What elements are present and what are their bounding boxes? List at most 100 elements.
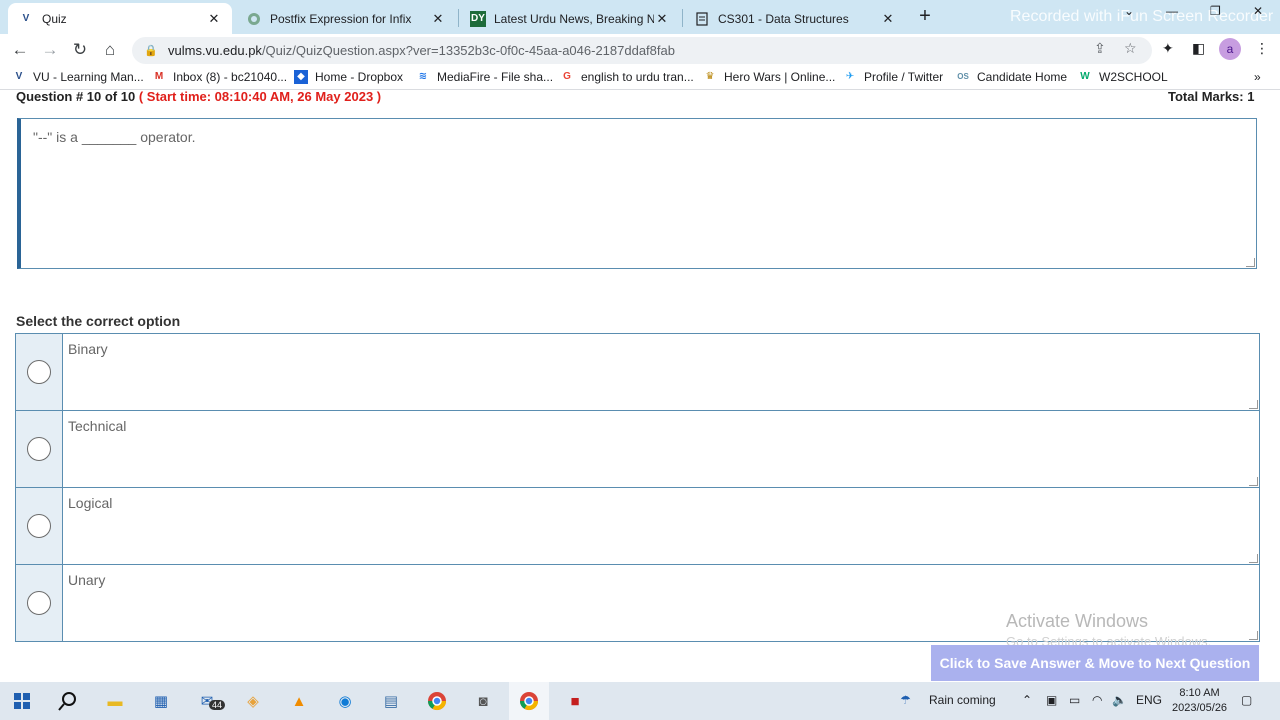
side-panel-icon[interactable]: ◧ (1192, 40, 1205, 57)
recording-watermark: Recorded with iFun Screen Recorder (1010, 8, 1274, 25)
dy-icon: DY (470, 10, 486, 27)
bookmarks-overflow-button[interactable]: » (1254, 70, 1261, 84)
window-close-button[interactable]: ✕ (1253, 4, 1263, 18)
vu-logo-icon: V (15, 71, 23, 82)
candidate-icon: OS (957, 72, 969, 81)
bookmark-label: MediaFire - File sha... (437, 70, 554, 84)
tab-cs301[interactable]: CS301 - Data Structures ✕ (684, 3, 906, 34)
calculator-icon[interactable]: ▤ (379, 689, 403, 713)
bookmark-w3schools[interactable]: W W2SCHOOL (1078, 70, 1167, 84)
notifications-icon[interactable]: ▢ (1241, 693, 1252, 707)
select-prompt: Select the correct option (16, 313, 181, 329)
bookmark-label: Candidate Home (977, 70, 1068, 84)
radio-cell (16, 411, 63, 487)
system-clock[interactable]: 8:10 AM 2023/05/26 (1172, 686, 1227, 716)
start-time: ( Start time: 08:10:40 AM, 26 May 2023 ) (138, 89, 382, 104)
close-icon[interactable]: ✕ (430, 11, 446, 27)
store-icon[interactable]: ▦ (149, 689, 173, 713)
bookmark-gmail[interactable]: M Inbox (8) - bc21040... (152, 70, 287, 84)
start-button[interactable] (10, 689, 34, 713)
option-label: Logical (68, 495, 113, 511)
option-radio-technical[interactable] (27, 437, 51, 461)
restore-button[interactable]: ❐ (1210, 4, 1221, 18)
bookmark-candidate[interactable]: OS Candidate Home (956, 70, 1067, 84)
resize-grip-icon[interactable] (1249, 477, 1258, 486)
battery-icon[interactable]: ▭ (1069, 693, 1080, 707)
extensions-icon[interactable]: ✦ (1162, 40, 1174, 57)
reload-button[interactable]: ↻ (68, 39, 92, 61)
close-icon[interactable]: ✕ (206, 11, 222, 27)
profile-avatar[interactable]: a (1219, 38, 1241, 60)
option-radio-binary[interactable] (27, 360, 51, 384)
bookmark-translate[interactable]: Genglish to urdu tran... (560, 70, 694, 84)
tab-quiz[interactable]: V Quiz ✕ (8, 3, 232, 34)
browser-toolbar: ← → ↻ ⌂ 🔒 vulms.vu.edu.pk/Quiz/QuizQuest… (0, 34, 1280, 66)
share-icon[interactable]: ⇪ (1094, 40, 1106, 57)
question-header: Question # 10 of 10 ( Start time: 08:10:… (16, 89, 381, 104)
option-label: Technical (68, 418, 127, 434)
clock-time: 8:10 AM (1179, 687, 1220, 699)
option-radio-logical[interactable] (27, 514, 51, 538)
tray-chevron-icon[interactable]: ⌃ (1022, 693, 1032, 707)
close-icon[interactable]: ✕ (880, 11, 896, 27)
back-button[interactable]: ← (8, 39, 32, 61)
chrome-active-icon[interactable] (517, 689, 541, 713)
camera-icon[interactable]: ◙ (471, 689, 495, 713)
resize-grip-icon[interactable] (1246, 258, 1255, 267)
vlc-icon[interactable]: ▲ (287, 689, 311, 713)
tab-search-chevron-icon[interactable]: ⌄ (1124, 4, 1134, 18)
vu-logo-icon: V (22, 13, 30, 24)
option-radio-unary[interactable] (27, 591, 51, 615)
option-label: Binary (68, 341, 108, 357)
save-next-button[interactable]: Click to Save Answer & Move to Next Ques… (931, 645, 1259, 681)
option-textarea: Technical (63, 411, 1259, 487)
question-number: Question # 10 of 10 (16, 89, 136, 104)
resize-grip-icon[interactable] (1249, 400, 1258, 409)
bookmark-twitter[interactable]: ✈ Profile / Twitter (843, 70, 943, 84)
lock-icon[interactable]: 🔒 (144, 44, 158, 57)
language-indicator[interactable]: ENG (1136, 693, 1162, 707)
chatgpt-icon (246, 11, 262, 27)
question-textarea: "--" is a _______ operator. (17, 118, 1257, 269)
tray-apps-icon[interactable]: ▣ (1046, 693, 1057, 707)
tab-divider (458, 9, 459, 27)
radio-cell (16, 488, 63, 564)
forward-button[interactable]: → (38, 39, 62, 61)
screen-recorder-icon[interactable]: ■ (563, 689, 587, 713)
bookmark-hero-wars[interactable]: ♛ Hero Wars | Online... (703, 70, 836, 84)
file-explorer-icon[interactable]: ▬ (103, 689, 127, 713)
page-icon (694, 11, 710, 27)
resize-grip-icon[interactable] (1249, 554, 1258, 563)
radio-cell (16, 565, 63, 641)
bookmark-label: Hero Wars | Online... (724, 70, 836, 84)
bookmark-dropbox[interactable]: ◆ Home - Dropbox (294, 70, 403, 84)
resize-grip-icon[interactable] (1249, 631, 1258, 640)
bookmark-vu[interactable]: V VU - Learning Man... (12, 70, 144, 84)
minimize-button[interactable]: — (1166, 4, 1178, 18)
menu-kebab-icon[interactable]: ⋮ (1255, 40, 1269, 57)
search-icon[interactable] (56, 689, 80, 713)
volume-icon[interactable]: 🔈 (1112, 693, 1127, 707)
close-icon[interactable]: ✕ (654, 11, 670, 27)
mediafire-icon: ≋ (418, 71, 428, 82)
edge-icon[interactable]: ◉ (333, 689, 357, 713)
tab-urdu-news[interactable]: DY Latest Urdu News, Breaking New ✕ (460, 3, 680, 34)
home-button[interactable]: ⌂ (98, 39, 122, 61)
bookmark-mediafire[interactable]: ≋ MediaFire - File sha... (416, 70, 553, 84)
address-bar[interactable]: 🔒 vulms.vu.edu.pk/Quiz/QuizQuestion.aspx… (132, 37, 1152, 64)
mail-badge: 44 (209, 700, 226, 710)
option-label: Unary (68, 572, 106, 588)
hero-wars-icon: ♛ (705, 71, 715, 82)
bookmark-star-icon[interactable]: ☆ (1124, 40, 1137, 57)
wifi-icon[interactable]: ◠ (1092, 693, 1102, 707)
activate-windows-title: Activate Windows (1006, 611, 1149, 631)
option-textarea: Logical (63, 488, 1259, 564)
brave-icon[interactable]: ◈ (241, 689, 265, 713)
weather-text[interactable]: Rain coming (929, 693, 996, 707)
total-marks: Total Marks: 1 (1168, 89, 1255, 104)
chrome-icon[interactable] (425, 689, 449, 713)
bookmark-label: Inbox (8) - bc21040... (173, 70, 288, 84)
new-tab-button[interactable]: + (914, 6, 936, 28)
tab-title: CS301 - Data Structures (718, 11, 849, 26)
tab-postfix[interactable]: Postfix Expression for Infix ✕ (236, 3, 456, 34)
